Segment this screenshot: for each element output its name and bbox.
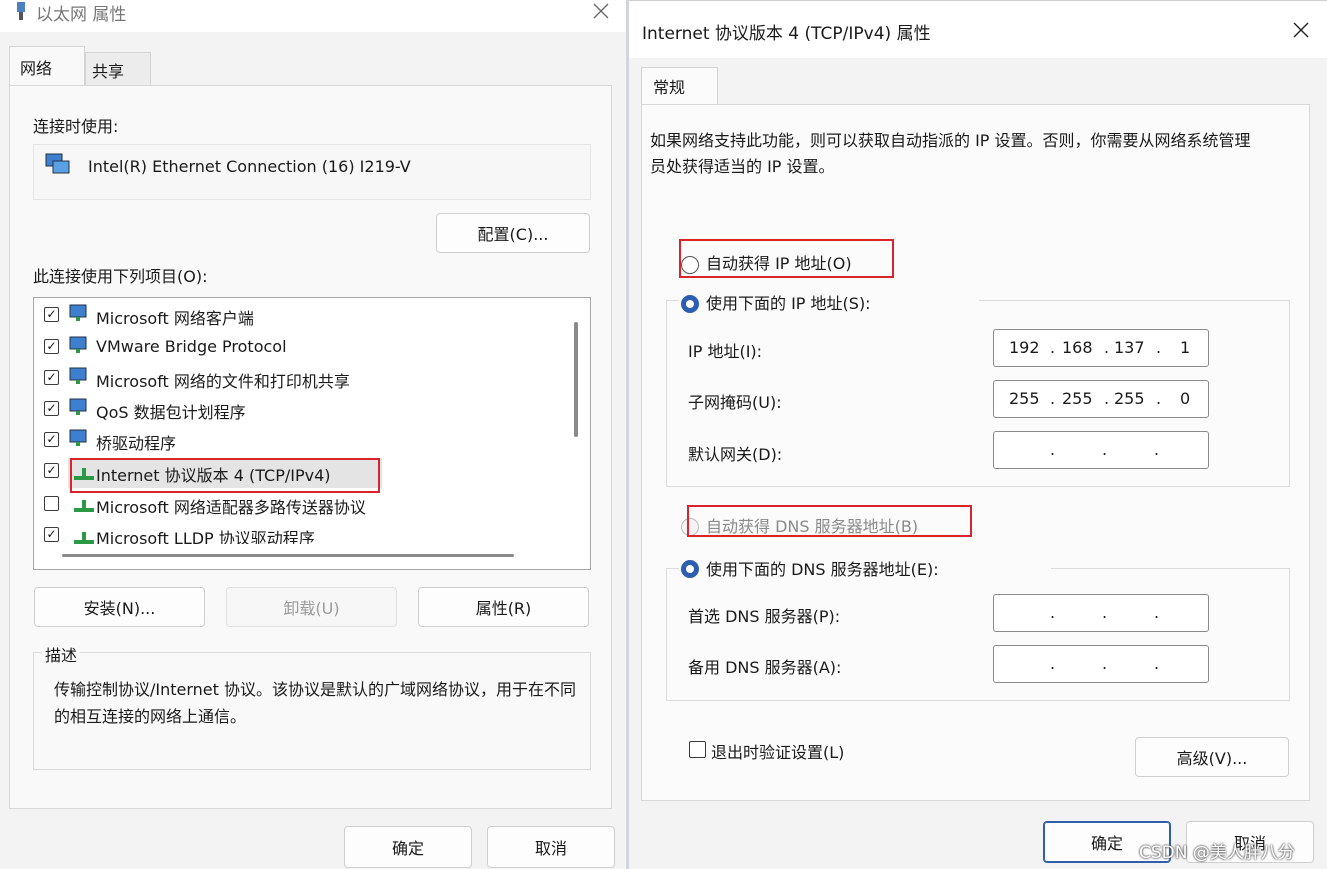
ip-dot: .	[1156, 389, 1162, 408]
window-title: Internet 协议版本 4 (TCP/IPv4) 属性	[642, 24, 931, 44]
subnet-label: 子网掩码(U):	[688, 393, 782, 412]
preferred-dns-input[interactable]: . . .	[993, 594, 1209, 632]
properties-button[interactable]: 属性(R)	[418, 587, 589, 627]
description-title: 描述	[42, 642, 81, 666]
close-icon[interactable]	[593, 3, 609, 19]
configure-button[interactable]: 配置(C)...	[436, 213, 590, 253]
manual-ip-radio[interactable]	[681, 295, 699, 313]
connect-using-label: 连接时使用:	[33, 117, 119, 136]
network-client-icon	[69, 336, 87, 353]
item-checkbox[interactable]: ✓	[44, 432, 59, 447]
vertical-scrollbar-thumb[interactable]	[574, 322, 578, 437]
network-client-icon	[69, 398, 87, 415]
ip-dot: .	[1050, 654, 1056, 673]
ip-octet: 255	[1009, 389, 1040, 408]
gateway-input[interactable]: . . .	[993, 431, 1209, 469]
ethernet-properties-window: 以太网 属性 网络 共享 连接时使用: Intel(R) Ethernet Co…	[0, 0, 626, 869]
ip-octet: 168	[1062, 338, 1093, 357]
validate-checkbox[interactable]	[689, 741, 706, 758]
list-item[interactable]: VMware Bridge Protocol	[96, 337, 287, 356]
uninstall-button[interactable]: 卸载(U)	[226, 587, 397, 627]
items-label: 此连接使用下列项目(O):	[33, 267, 208, 286]
tab-network-label: 网络	[20, 59, 53, 78]
item-checkbox[interactable]: ✓	[44, 370, 59, 385]
network-client-icon	[69, 367, 87, 384]
subnet-input[interactable]: 255 . 255 . 255 . 0	[993, 380, 1209, 418]
protocol-icon	[74, 500, 94, 512]
list-item[interactable]: Microsoft 网络客户端	[96, 305, 254, 329]
ip-octet: 255	[1062, 389, 1093, 408]
highlight-box-ipv4	[70, 458, 380, 493]
ip-dot: .	[1050, 338, 1056, 357]
list-item[interactable]: 桥驱动程序	[96, 430, 176, 454]
ip-dot: .	[1102, 603, 1108, 622]
alternate-dns-input[interactable]: . . .	[993, 645, 1209, 683]
intro-text: 如果网络支持此功能，则可以获取自动指派的 IP 设置。否则，你需要从网络系统管理…	[650, 131, 1251, 176]
ip-dot: .	[1050, 389, 1056, 408]
ip-dot: .	[1154, 603, 1160, 622]
item-checkbox[interactable]: ✓	[44, 339, 59, 354]
ip-octet: 255	[1114, 389, 1145, 408]
ipv4-properties-window: Internet 协议版本 4 (TCP/IPv4) 属性 常规 如果网络支持此…	[629, 0, 1327, 869]
cancel-button[interactable]: 取消	[487, 826, 615, 868]
manual-dns-label[interactable]: 使用下面的 DNS 服务器地址(E):	[706, 556, 939, 580]
preferred-dns-label: 首选 DNS 服务器(P):	[688, 607, 841, 626]
manual-ip-label[interactable]: 使用下面的 IP 地址(S):	[706, 290, 871, 314]
item-checkbox[interactable]: ✓	[44, 527, 59, 542]
tab-general-label: 常规	[653, 78, 686, 97]
item-checkbox[interactable]	[44, 496, 59, 511]
ip-dot: .	[1102, 440, 1108, 459]
alternate-dns-label: 备用 DNS 服务器(A):	[688, 658, 842, 677]
tab-sharing-label: 共享	[92, 62, 125, 81]
network-adapter-icon	[45, 153, 70, 174]
horizontal-scrollbar-thumb[interactable]	[62, 554, 514, 557]
ip-dot: .	[1104, 389, 1110, 408]
ip-dot: .	[1104, 338, 1110, 357]
watermark: CSDN @美人胖八分	[1139, 843, 1295, 863]
ip-dot: .	[1154, 440, 1160, 459]
adapter-name: Intel(R) Ethernet Connection (16) I219-V	[88, 157, 411, 176]
ip-octet: 192	[1009, 338, 1040, 357]
ip-address-label: IP 地址(I):	[688, 342, 763, 361]
highlight-box-auto-dns	[687, 505, 972, 537]
ip-dot: .	[1156, 338, 1162, 357]
advanced-button[interactable]: 高级(V)...	[1135, 737, 1289, 777]
description-text: 传输控制协议/Internet 协议。该协议是默认的广域网络协议，用于在不同的相…	[54, 680, 577, 726]
network-client-icon	[69, 429, 87, 446]
install-button[interactable]: 安装(N)...	[34, 587, 205, 627]
gateway-label: 默认网关(D):	[688, 445, 783, 464]
list-item[interactable]: Microsoft 网络适配器多路传送器协议	[96, 494, 366, 518]
item-checkbox[interactable]: ✓	[44, 463, 59, 478]
ip-octet: 1	[1180, 338, 1191, 357]
network-title-icon	[17, 2, 25, 20]
list-item[interactable]: QoS 数据包计划程序	[96, 399, 246, 423]
list-item[interactable]: Microsoft 网络的文件和打印机共享	[96, 368, 350, 392]
ip-address-input[interactable]: 192 . 168 . 137 . 1	[993, 329, 1209, 367]
item-checkbox[interactable]: ✓	[44, 307, 59, 322]
ip-octet: 0	[1180, 389, 1191, 408]
highlight-box-auto-ip	[679, 239, 894, 278]
ip-dot: .	[1050, 440, 1056, 459]
item-checkbox[interactable]: ✓	[44, 401, 59, 416]
ip-octet: 137	[1114, 338, 1145, 357]
validate-label[interactable]: 退出时验证设置(L)	[711, 739, 844, 763]
ip-dot: .	[1050, 603, 1056, 622]
ip-dot: .	[1154, 654, 1160, 673]
ok-button[interactable]: 确定	[344, 826, 472, 868]
ip-dot: .	[1102, 654, 1108, 673]
manual-dns-radio[interactable]	[681, 560, 699, 578]
window-title: 以太网 属性	[36, 5, 127, 25]
network-client-icon	[69, 304, 87, 321]
close-icon[interactable]	[1293, 22, 1309, 38]
